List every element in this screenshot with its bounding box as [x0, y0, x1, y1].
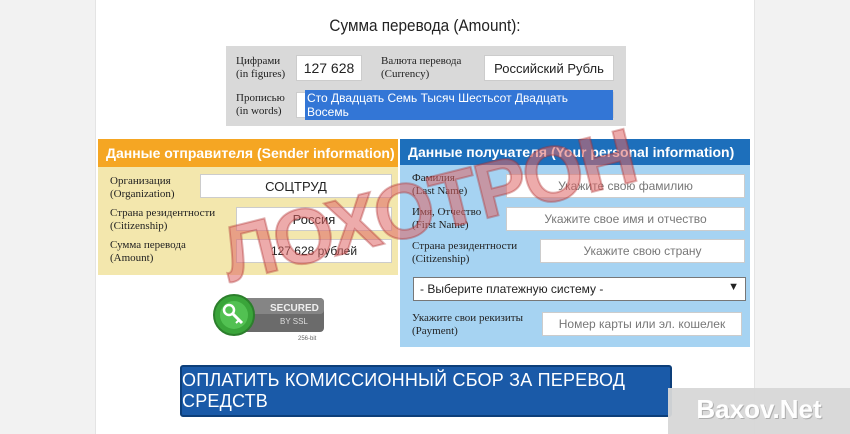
last-name-input[interactable]: Укажите свою фамилию	[506, 174, 745, 198]
figures-label: Цифрами (in figures)	[236, 55, 286, 80]
recipient-citizenship-input[interactable]: Укажите свою страну	[540, 239, 745, 263]
currency-label: Валюта перевода (Currency)	[381, 55, 462, 80]
sender-amount-field[interactable]: 127 628 рублей	[236, 239, 392, 263]
recipient-citizenship-label: Страна резидентности (Citizenship)	[412, 240, 518, 265]
ssl-badge: SECURED BY SSL 256-bit	[212, 290, 330, 342]
payment-details-input[interactable]: Номер карты или эл. кошелек	[542, 312, 742, 336]
amount-words-field[interactable]: Сто Двадцать Семь Тысяч Шестьсот Двадцат…	[296, 90, 614, 120]
recipient-panel: Данные получателя (Your personal informa…	[400, 139, 750, 347]
org-field[interactable]: СОЦТРУД	[200, 174, 392, 198]
sender-amount-label: Сумма перевода (Amount)	[110, 239, 186, 264]
ssl-line1: SECURED	[270, 303, 319, 314]
payment-system-select[interactable]: - Выберите платежную систему - ▼	[413, 277, 746, 301]
amount-words-selection: Сто Двадцать Семь Тысяч Шестьсот Двадцат…	[305, 90, 613, 120]
sender-heading: Данные отправителя (Sender information)	[98, 139, 398, 167]
sender-citizenship-field[interactable]: Россия	[236, 207, 392, 231]
right-margin	[755, 0, 850, 434]
watermark-text: Baxov.Net	[696, 394, 822, 424]
recipient-heading: Данные получателя (Your personal informa…	[400, 139, 750, 165]
words-label: Прописью (in words)	[236, 92, 285, 117]
currency-field[interactable]: Российский Рубль	[484, 55, 614, 81]
amount-heading: Сумма перевода (Amount):	[329, 16, 521, 35]
ssl-line3: 256-bit	[298, 336, 317, 342]
right-divider	[754, 0, 755, 434]
pay-commission-button[interactable]: ОПЛАТИТЬ КОМИССИОННЫЙ СБОР ЗА ПЕРЕВОД СР…	[180, 365, 672, 417]
org-label: Организация (Organization)	[110, 175, 175, 200]
last-name-label: Фамилия (Last Name)	[412, 172, 468, 197]
payment-system-selected: - Выберите платежную систему -	[420, 282, 604, 296]
left-divider	[95, 0, 96, 434]
sender-panel: Данные отправителя (Sender information) …	[98, 139, 398, 275]
amount-figures-field[interactable]: 127 628	[296, 55, 362, 81]
dropdown-arrow-icon: ▼	[728, 281, 739, 293]
ssl-badge-graphic: SECURED BY SSL 256-bit	[213, 294, 324, 342]
first-name-input[interactable]: Укажите свое имя и отчество	[506, 207, 745, 231]
payment-label: Укажите свои рекизиты (Payment)	[412, 312, 523, 337]
site-watermark: Baxov.Net	[668, 388, 850, 434]
sender-citizenship-label: Страна резидентности (Citizenship)	[110, 207, 216, 232]
left-margin	[0, 0, 95, 434]
amount-panel: Цифрами (in figures) 127 628 Валюта пере…	[226, 46, 626, 126]
ssl-line2: BY SSL	[280, 317, 308, 326]
first-name-label: Имя, Отчество (First Name)	[412, 206, 482, 231]
